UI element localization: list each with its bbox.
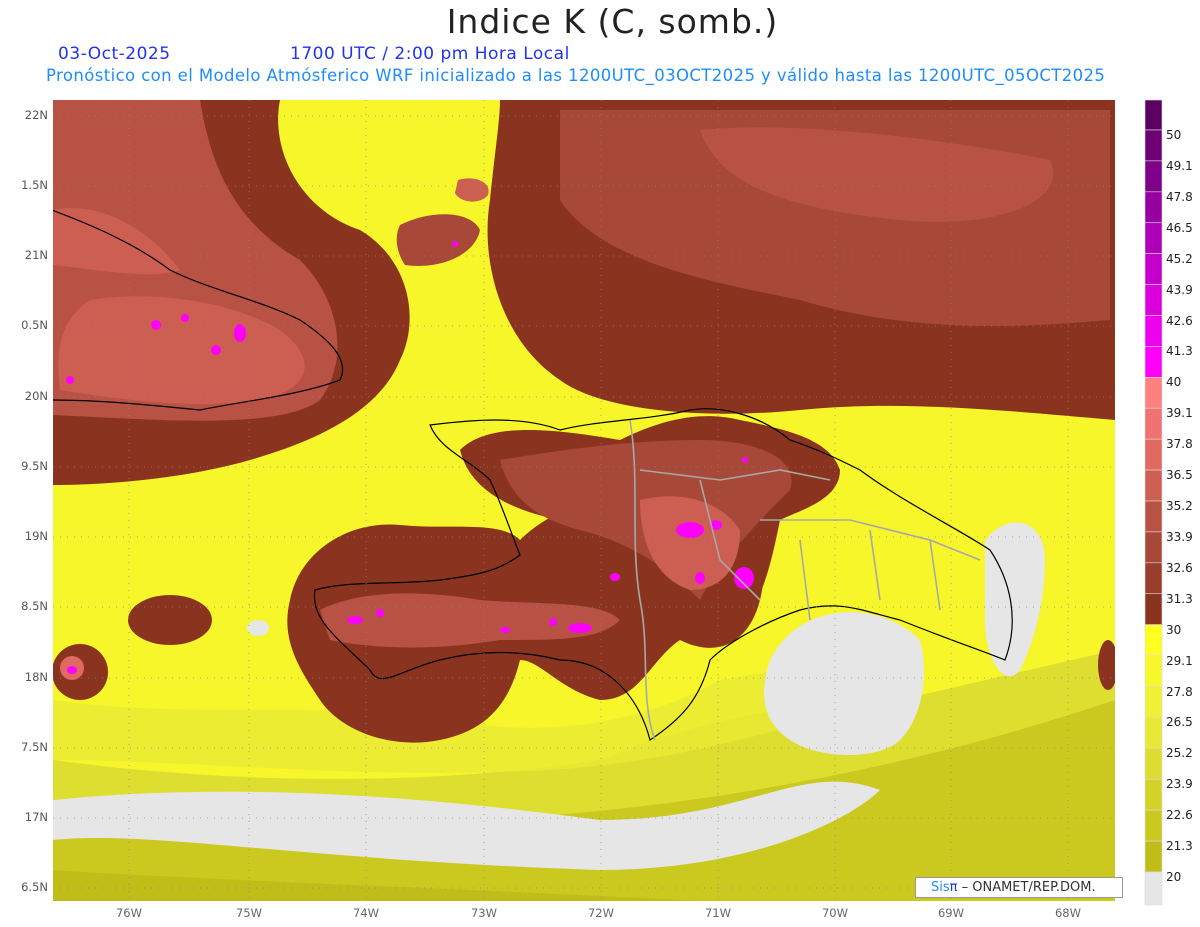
colorbar-label: 37.8	[1166, 437, 1193, 452]
latitude-label: 22N	[24, 108, 48, 122]
map-title: Indice K (C, somb.)	[446, 2, 779, 41]
colorbar-swatch	[1144, 778, 1163, 811]
latitude-label: 19N	[24, 529, 48, 543]
colorbar-label: 47.8	[1166, 189, 1193, 204]
colorbar-swatch	[1144, 377, 1163, 409]
colorbar-swatch	[1144, 469, 1163, 502]
latitude-label: 1.5N	[21, 178, 48, 192]
longitude-label: 74W	[352, 906, 379, 920]
latitude-label: 7.5N	[21, 740, 48, 754]
colorbar-label: 32.6	[1166, 560, 1193, 575]
colorbar-swatch	[1144, 407, 1163, 440]
colorbar-label: 41.3	[1166, 344, 1193, 359]
colorbar-swatch	[1144, 655, 1163, 687]
credit-box: Sisπ – ONAMET/REP.DOM.	[915, 877, 1123, 898]
colorbar-label: 50	[1166, 128, 1182, 142]
colorbar-swatch	[1144, 624, 1163, 656]
longitude-label: 71W	[704, 906, 731, 920]
colorbar-label: 21.3	[1166, 839, 1193, 854]
colorbar-swatch	[1144, 438, 1163, 471]
colorbar-swatch	[1144, 99, 1163, 131]
colorbar-swatch	[1144, 346, 1163, 378]
forecast-date: 03-Oct-2025	[58, 44, 171, 64]
colorbar-label: 45.2	[1166, 251, 1193, 266]
colorbar-label: 30	[1166, 622, 1182, 637]
colorbar-label: 36.5	[1166, 468, 1193, 483]
k-index-map	[53, 99, 1163, 906]
colorbar-swatch	[1144, 717, 1163, 749]
longitude-label: 76W	[115, 906, 142, 920]
colorbar-label: 23.9	[1166, 777, 1193, 792]
colorbar-swatch	[1144, 531, 1163, 564]
colorbar-swatch	[1144, 222, 1163, 254]
latitude-label: 8.5N	[21, 599, 48, 613]
pi-logo-icon: π	[949, 880, 958, 895]
colorbar-label: 33.9	[1166, 529, 1193, 544]
colorbar-label: 42.6	[1166, 313, 1193, 328]
colorbar-swatch	[1144, 500, 1163, 533]
colorbar-label: 20	[1166, 870, 1182, 884]
colorbar-label: 25.2	[1166, 746, 1193, 761]
colorbar-swatch	[1144, 562, 1163, 595]
colorbar-swatch	[1144, 871, 1163, 906]
colorbar-swatch	[1144, 315, 1163, 347]
latitude-label: 17N	[24, 810, 48, 824]
colorbar-label: 29.1	[1166, 653, 1193, 668]
colorbar-label: 22.6	[1166, 808, 1193, 823]
map-field	[53, 100, 1115, 901]
colorbar-swatch	[1144, 748, 1163, 780]
colorbar-label: 26.5	[1166, 715, 1193, 730]
colorbar-swatch	[1144, 593, 1163, 625]
colorbar	[1144, 99, 1163, 906]
longitude-label: 70W	[821, 906, 848, 920]
colorbar-swatch	[1144, 129, 1163, 162]
colorbar-swatch	[1144, 160, 1163, 193]
organization-text: – ONAMET/REP.DOM.	[961, 880, 1096, 895]
latitude-label: 6.5N	[21, 880, 48, 894]
forecast-time: 1700 UTC / 2:00 pm Hora Local	[290, 44, 570, 64]
colorbar-label: 35.2	[1166, 499, 1193, 513]
longitude-label: 73W	[470, 906, 497, 920]
longitude-label: 68W	[1054, 906, 1081, 920]
colorbar-swatch	[1144, 253, 1163, 285]
colorbar-label: 31.3	[1166, 591, 1193, 606]
latitude-label: 9.5N	[21, 459, 48, 473]
colorbar-swatch	[1144, 191, 1163, 224]
colorbar-swatch	[1144, 840, 1163, 873]
longitude-label: 75W	[235, 906, 262, 920]
colorbar-label: 46.5	[1166, 220, 1193, 235]
forecast-description: Pronóstico con el Modelo Atmósferico WRF…	[46, 66, 1106, 85]
colorbar-label: 49.1	[1166, 158, 1193, 173]
colorbar-label: 39.1	[1166, 406, 1193, 421]
colorbar-swatch	[1144, 686, 1163, 718]
latitude-label: 18N	[24, 670, 48, 684]
latitude-label: 0.5N	[21, 318, 48, 332]
longitude-label: 69W	[937, 906, 964, 920]
colorbar-label: 27.8	[1166, 684, 1193, 699]
colorbar-swatch	[1144, 284, 1163, 316]
colorbar-label: 43.9	[1166, 282, 1193, 297]
latitude-label: 20N	[24, 389, 48, 403]
colorbar-label: 40	[1166, 375, 1182, 390]
latitude-label: 21N	[24, 248, 48, 262]
brand-text: Sis	[931, 880, 950, 895]
longitude-label: 72W	[587, 906, 614, 920]
colorbar-swatch	[1144, 809, 1163, 842]
